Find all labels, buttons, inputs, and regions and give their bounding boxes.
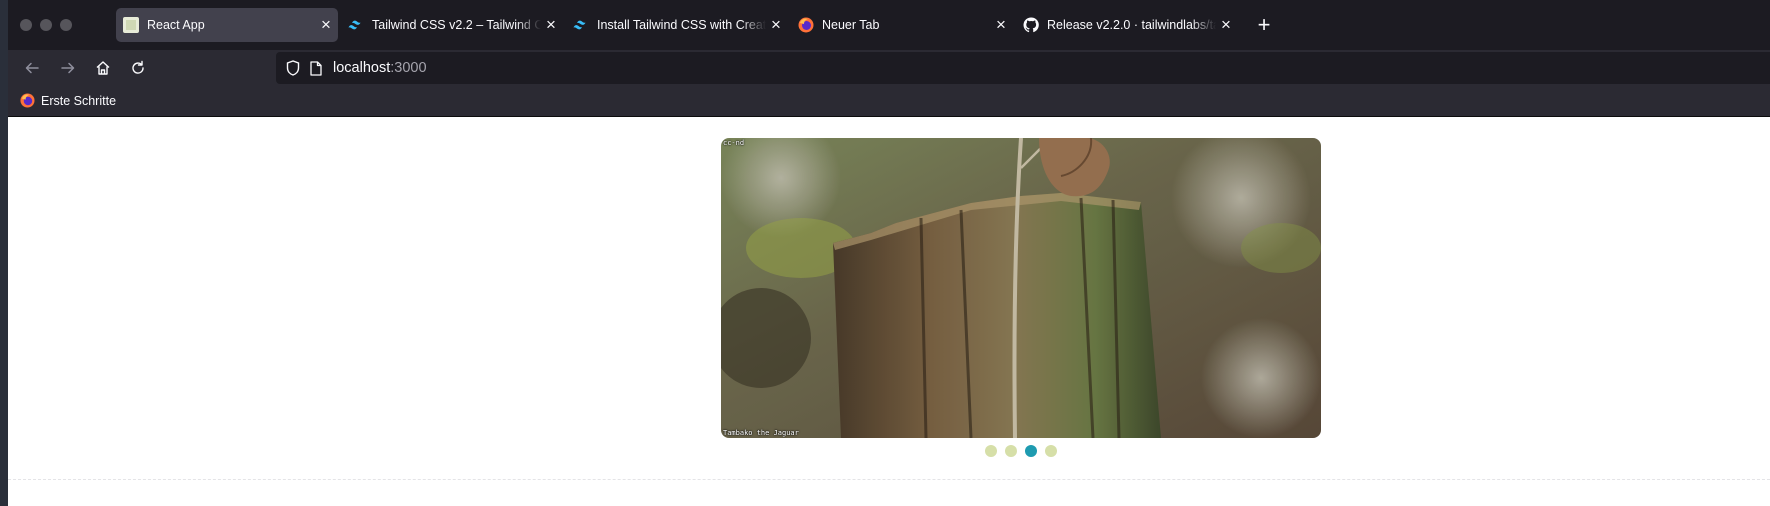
- close-window-button[interactable]: [20, 19, 32, 31]
- tab-neuer-tab[interactable]: Neuer Tab ×: [791, 8, 1013, 42]
- image-credit-label: Tambako the Jaguar: [723, 429, 799, 437]
- close-tab-icon[interactable]: ×: [316, 15, 336, 35]
- tab-react-app[interactable]: React App ×: [116, 8, 338, 42]
- url-host: localhost: [333, 60, 391, 76]
- close-tab-icon[interactable]: ×: [766, 15, 786, 35]
- navigation-toolbar: localhost:3000: [8, 50, 1770, 86]
- tab-tailwind-install[interactable]: Install Tailwind CSS with Create React A…: [566, 8, 788, 42]
- url-bar[interactable]: localhost:3000: [276, 52, 1770, 84]
- firefox-icon: [20, 93, 35, 108]
- tailwind-icon: [348, 17, 364, 33]
- tab-title: React App: [147, 18, 205, 32]
- carousel-slide-image[interactable]: cc-nd Tambako the Jaguar: [721, 138, 1321, 438]
- forward-icon[interactable]: [56, 56, 80, 80]
- back-icon[interactable]: [20, 56, 44, 80]
- zoom-window-button[interactable]: [60, 19, 72, 31]
- shield-icon[interactable]: [286, 60, 300, 76]
- carousel-indicators: [985, 445, 1057, 457]
- tab-tailwind-docs[interactable]: Tailwind CSS v2.2 – Tailwind CSS ×: [341, 8, 563, 42]
- carousel-dot[interactable]: [1005, 445, 1017, 457]
- bookmark-erste-schritte[interactable]: Erste Schritte: [20, 93, 116, 108]
- react-app-favicon: [123, 17, 139, 33]
- page-content: cc-nd Tambako the Jaguar: [8, 117, 1770, 506]
- close-tab-icon[interactable]: ×: [1216, 15, 1236, 35]
- page-info-icon[interactable]: [310, 60, 322, 76]
- tab-title: Install Tailwind CSS with Create React A…: [597, 18, 766, 32]
- minimize-window-button[interactable]: [40, 19, 52, 31]
- reload-icon[interactable]: [126, 56, 150, 80]
- carousel-dot[interactable]: [1045, 445, 1057, 457]
- tailwind-icon: [573, 17, 589, 33]
- tab-bar: React App × Tailwind CSS v2.2 – Tailwind…: [8, 0, 1770, 50]
- github-icon: [1023, 17, 1039, 33]
- tab-title: Release v2.2.0 · tailwindlabs/tailwindcs…: [1047, 18, 1216, 32]
- tab-title: Tailwind CSS v2.2 – Tailwind CSS: [372, 18, 541, 32]
- close-tab-icon[interactable]: ×: [991, 15, 1011, 35]
- browser-window: React App × Tailwind CSS v2.2 – Tailwind…: [8, 0, 1770, 506]
- tab-github-release[interactable]: Release v2.2.0 · tailwindlabs/tailwindcs…: [1016, 8, 1238, 42]
- tab-title: Neuer Tab: [822, 18, 880, 32]
- new-tab-button[interactable]: +: [1253, 14, 1275, 36]
- carousel-dot[interactable]: [985, 445, 997, 457]
- close-tab-icon[interactable]: ×: [541, 15, 561, 35]
- image-license-label: cc-nd: [723, 139, 745, 147]
- home-icon[interactable]: [91, 56, 115, 80]
- bookmarks-toolbar: Erste Schritte: [8, 86, 1770, 117]
- tree-stump-photo: [721, 138, 1321, 438]
- section-divider: [8, 479, 1770, 480]
- carousel-dot-active[interactable]: [1025, 445, 1037, 457]
- url-port: :3000: [390, 60, 427, 76]
- bookmark-label: Erste Schritte: [41, 93, 117, 108]
- firefox-icon: [798, 17, 814, 33]
